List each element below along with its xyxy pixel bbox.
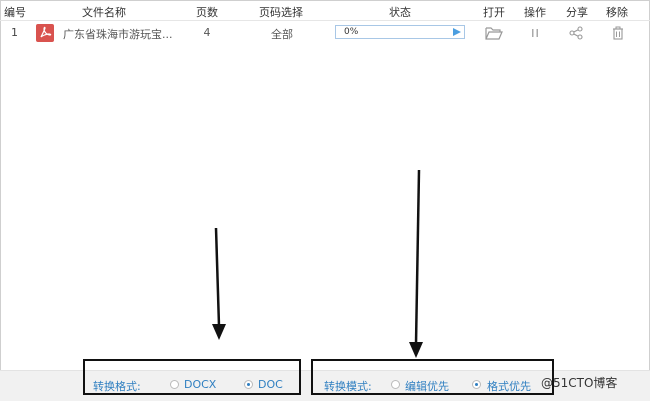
- annotation-arrows: [212, 169, 423, 358]
- option-edit-priority[interactable]: 编辑优先: [405, 378, 449, 394]
- arrow-left: [214, 227, 221, 327]
- arrow-left-head: [212, 324, 226, 340]
- arrow-right: [414, 169, 421, 345]
- mode-label: 转换模式:: [324, 380, 372, 393]
- arrow-right-head: [409, 342, 423, 358]
- option-doc[interactable]: DOC: [258, 378, 283, 391]
- option-format-priority[interactable]: 格式优先: [487, 378, 531, 394]
- radio-edit-priority[interactable]: [391, 380, 400, 389]
- option-docx[interactable]: DOCX: [184, 378, 216, 391]
- watermark: @51CTO博客: [541, 376, 618, 390]
- radio-docx[interactable]: [170, 380, 179, 389]
- radio-format-priority[interactable]: [472, 380, 481, 389]
- format-label: 转换格式:: [93, 380, 141, 393]
- radio-doc[interactable]: [244, 380, 253, 389]
